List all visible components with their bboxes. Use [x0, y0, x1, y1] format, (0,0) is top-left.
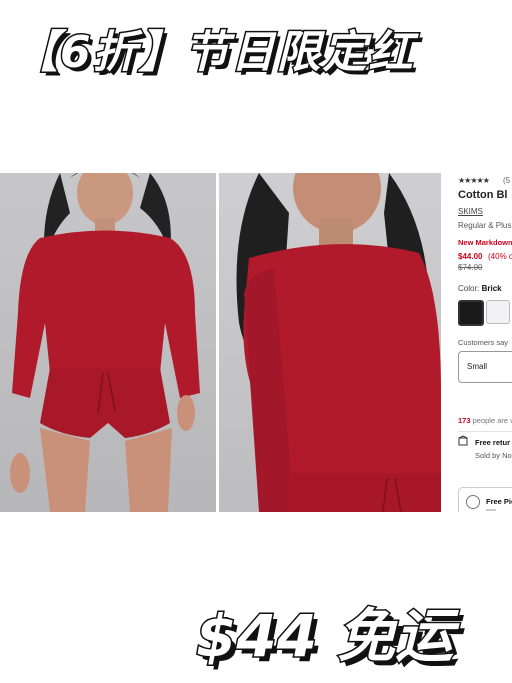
- size-range-label: Regular & Plus: [458, 221, 512, 230]
- product-photo-detail[interactable]: [219, 173, 441, 512]
- return-box-icon: [458, 435, 468, 446]
- product-photo-front[interactable]: [0, 173, 216, 512]
- product-info-panel: ★★★★★ (5 Cotton Bl SKIMS Regular & Plus …: [455, 173, 512, 512]
- markdown-badge: New Markdown: [458, 238, 512, 247]
- divider: [458, 431, 512, 432]
- model-closeup-illustration: [236, 173, 441, 512]
- discount-percent: (40% o: [488, 252, 512, 261]
- pickup-radio[interactable]: [466, 495, 480, 509]
- model-front-illustration: [10, 173, 200, 512]
- color-label-text: Color:: [458, 284, 480, 293]
- color-swatch-light[interactable]: [486, 300, 510, 324]
- pickup-subtext-placeholder: [486, 509, 496, 511]
- people-viewing-note: 173 people are v: [458, 416, 512, 425]
- customers-say-heading: Customers say: [458, 338, 509, 347]
- people-text: people are v: [472, 416, 512, 425]
- price-banner: $44 免运: [0, 585, 512, 675]
- sale-price: $44.00: [458, 252, 483, 261]
- size-select[interactable]: Small: [458, 351, 512, 383]
- free-returns-label[interactable]: Free retur: [475, 438, 510, 447]
- sold-by-label: Sold by No: [475, 451, 512, 460]
- size-select-value: Small: [467, 362, 488, 371]
- people-count: 173: [458, 416, 471, 425]
- review-count[interactable]: (5: [503, 176, 510, 185]
- pickup-option[interactable]: Free Pic: [458, 487, 512, 512]
- promo-headline-text: 【6折】节日限定红: [13, 26, 415, 80]
- original-price: $74.00: [458, 263, 483, 272]
- product-title: Cotton Bl: [458, 189, 508, 201]
- pickup-label: Free Pic: [486, 497, 512, 506]
- price-banner-text: $44 免运: [194, 601, 454, 672]
- color-value: Brick: [481, 284, 502, 293]
- brand-link[interactable]: SKIMS: [458, 207, 483, 216]
- product-page-screenshot: ★★★★★ (5 Cotton Bl SKIMS Regular & Plus …: [0, 173, 512, 512]
- color-label: Color: Brick: [458, 284, 502, 293]
- rating-stars[interactable]: ★★★★★: [458, 176, 490, 185]
- promo-headline-banner: 【6折】节日限定红: [0, 6, 512, 86]
- color-swatch-black[interactable]: [458, 300, 484, 326]
